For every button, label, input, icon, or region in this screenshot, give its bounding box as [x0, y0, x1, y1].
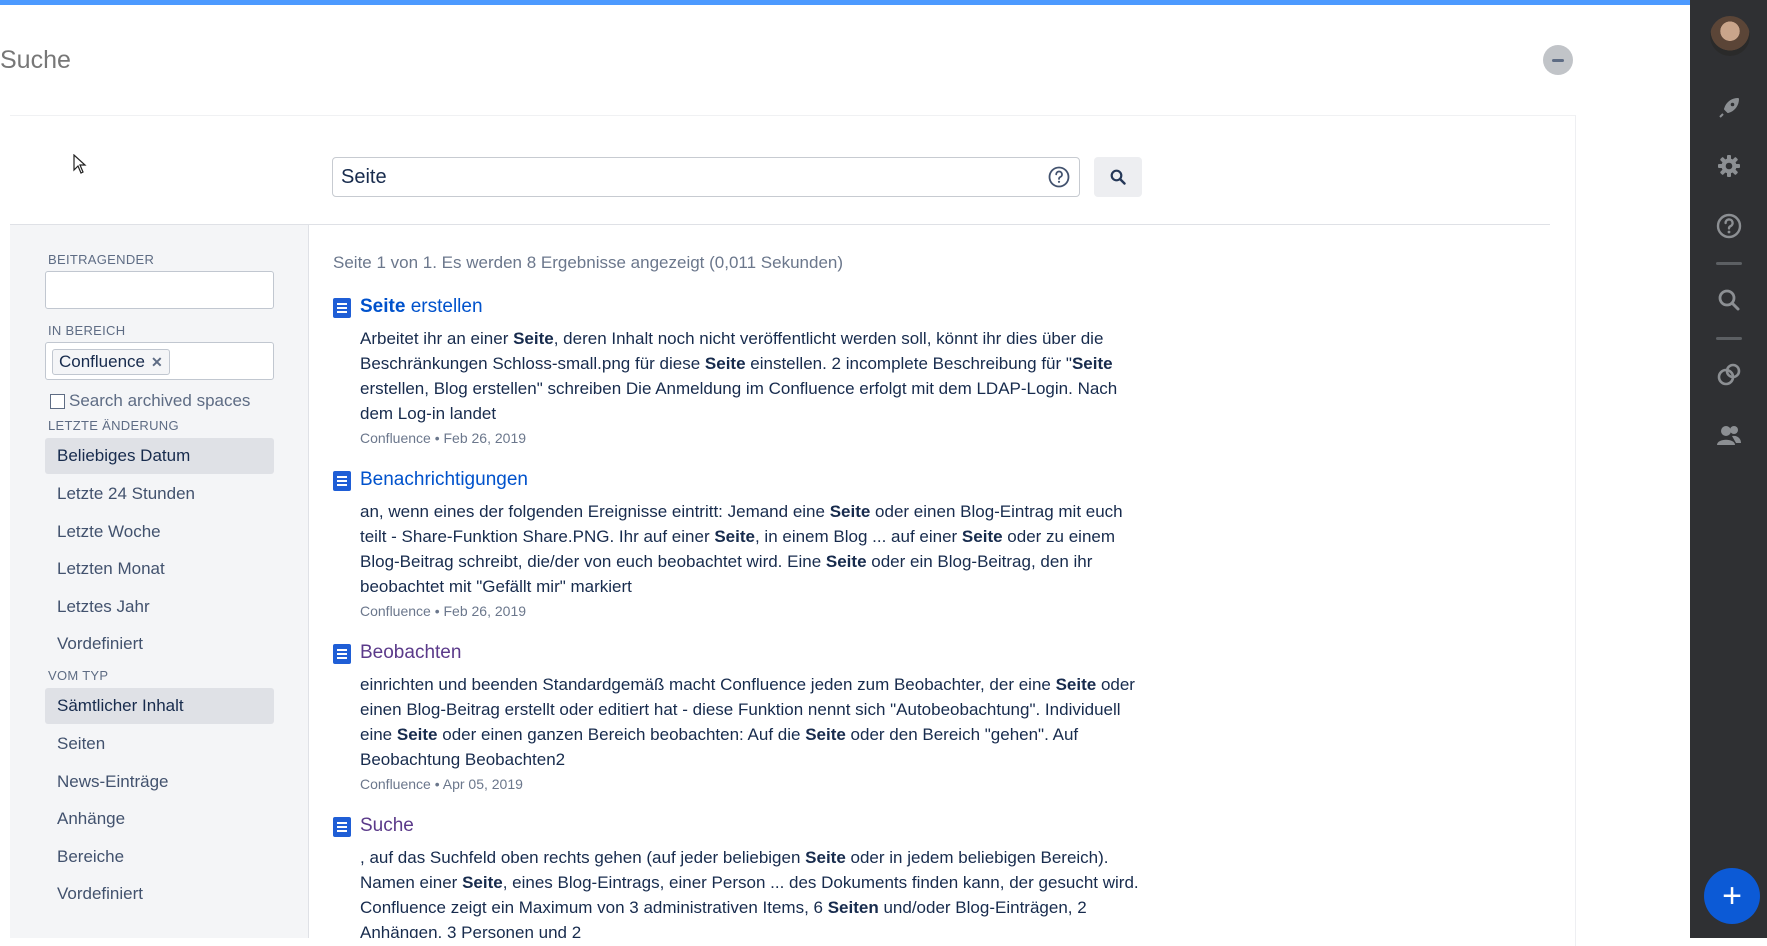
date-option-any[interactable]: Beliebiges Datum — [45, 438, 274, 474]
link-icon[interactable] — [1712, 358, 1746, 392]
collapse-button[interactable] — [1543, 45, 1573, 75]
date-option-24h[interactable]: Letzte 24 Stunden — [45, 476, 274, 512]
type-option-news[interactable]: News-Einträge — [45, 764, 274, 800]
search-icon — [1110, 169, 1126, 185]
search-result: Suche , auf das Suchfeld oben rechts geh… — [333, 815, 1153, 938]
result-meta: Confluence • Apr 05, 2019 — [360, 776, 523, 792]
result-excerpt: an, wenn eines der folgenden Ereignisse … — [360, 502, 1123, 596]
result-excerpt: einrichten und beenden Standardgemäß mac… — [360, 675, 1135, 769]
search-field[interactable] — [332, 157, 1080, 197]
archived-label: Search archived spaces — [69, 391, 251, 410]
date-option-week[interactable]: Letzte Woche — [45, 514, 274, 550]
search-result: Benachrichtigungen an, wenn eines der fo… — [333, 469, 1153, 619]
mouse-cursor-icon — [73, 154, 87, 174]
space-heading: IN BEREICH — [48, 323, 126, 338]
page-icon — [333, 471, 351, 491]
result-title[interactable]: Beobachten — [360, 642, 461, 664]
page-title: Suche — [0, 46, 71, 74]
space-input[interactable]: Confluence ✕ — [45, 342, 274, 380]
notifications-icon[interactable] — [1712, 91, 1746, 125]
search-result: Seite erstellen Arbeitet ihr an einer Se… — [333, 296, 1153, 446]
date-heading: LETZTE ÄNDERUNG — [48, 418, 179, 433]
remove-tag-icon[interactable]: ✕ — [151, 354, 163, 371]
results-summary: Seite 1 von 1. Es werden 8 Ergebnisse an… — [333, 253, 844, 272]
global-sidebar: + — [1690, 0, 1767, 938]
search-icon[interactable] — [1712, 283, 1746, 317]
plus-icon: + — [1722, 877, 1742, 915]
create-button[interactable]: + — [1704, 868, 1760, 924]
rail-separator — [1716, 262, 1742, 265]
rail-separator — [1716, 337, 1742, 340]
top-accent-bar — [0, 0, 1690, 5]
result-title[interactable]: Benachrichtigungen — [360, 469, 528, 491]
result-title[interactable]: Suche — [360, 815, 414, 837]
type-option-pages[interactable]: Seiten — [45, 726, 274, 762]
search-button[interactable] — [1094, 157, 1142, 197]
type-option-spaces[interactable]: Bereiche — [45, 839, 274, 875]
user-avatar[interactable] — [1710, 16, 1750, 56]
page-icon — [333, 644, 351, 664]
type-option-custom[interactable]: Vordefiniert — [45, 876, 274, 912]
date-option-month[interactable]: Letzten Monat — [45, 551, 274, 587]
archived-spaces-option[interactable]: Search archived spaces — [50, 391, 250, 411]
type-option-all[interactable]: Sämtlicher Inhalt — [45, 688, 274, 724]
contributor-input[interactable] — [45, 271, 274, 309]
search-result: Beobachten einrichten und beenden Standa… — [333, 642, 1153, 792]
people-icon[interactable] — [1712, 418, 1746, 452]
archived-checkbox[interactable] — [50, 393, 65, 409]
date-option-year[interactable]: Letztes Jahr — [45, 589, 274, 625]
result-excerpt: , auf das Suchfeld oben rechts gehen (au… — [360, 848, 1139, 938]
space-tag-label: Confluence — [59, 352, 146, 371]
type-option-attachments[interactable]: Anhänge — [45, 801, 274, 837]
result-excerpt: Arbeitet ihr an einer Seite, deren Inhal… — [360, 329, 1118, 423]
date-option-custom[interactable]: Vordefiniert — [45, 626, 274, 662]
gear-icon[interactable] — [1712, 149, 1746, 183]
result-meta: Confluence • Feb 26, 2019 — [360, 430, 527, 446]
result-meta: Confluence • Feb 26, 2019 — [360, 603, 527, 619]
help-icon[interactable] — [1048, 166, 1070, 188]
contributor-heading: BEITRAGENDER — [48, 252, 155, 267]
filter-sidebar: BEITRAGENDER IN BEREICH Confluence ✕ Sea… — [10, 225, 309, 938]
type-heading: VOM TYP — [48, 668, 109, 683]
space-tag: Confluence ✕ — [52, 349, 170, 375]
minus-icon — [1552, 58, 1564, 62]
help-icon[interactable] — [1712, 209, 1746, 243]
page-icon — [333, 817, 351, 837]
result-title[interactable]: Seite erstellen — [360, 296, 483, 318]
page-icon — [333, 298, 351, 318]
search-input[interactable] — [341, 162, 1021, 192]
